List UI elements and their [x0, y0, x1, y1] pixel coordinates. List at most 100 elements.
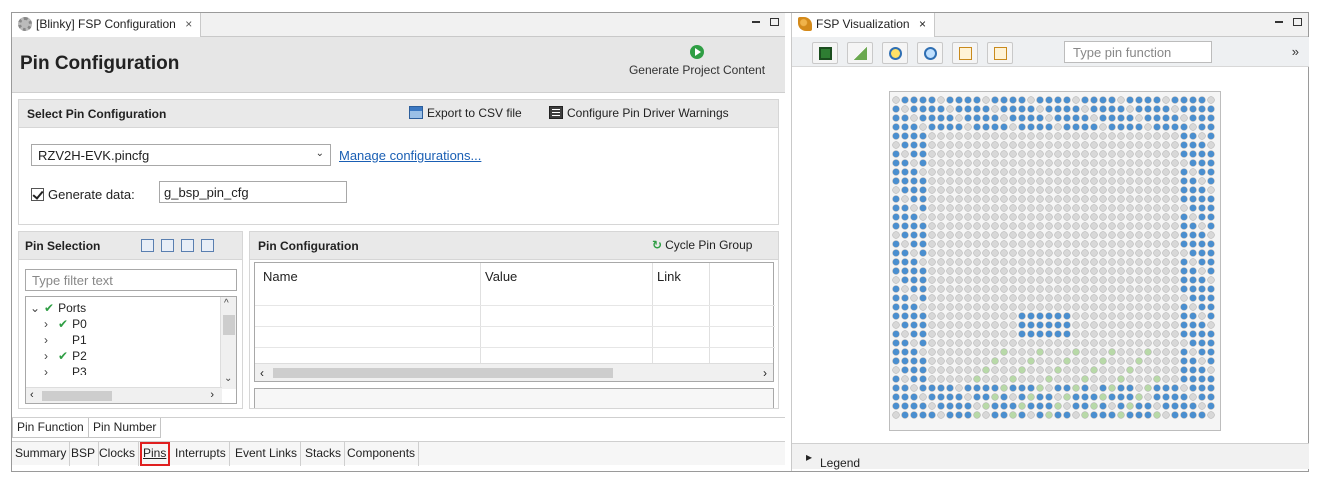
pin-ball[interactable] [937, 150, 945, 158]
pin-ball[interactable] [1063, 96, 1071, 104]
pin-ball[interactable] [892, 375, 900, 383]
pin-ball[interactable] [937, 339, 945, 347]
pin-ball[interactable] [1072, 267, 1080, 275]
pin-ball[interactable] [1108, 168, 1116, 176]
pin-ball[interactable] [973, 114, 981, 122]
import-button[interactable] [987, 42, 1013, 64]
pin-ball[interactable] [1027, 213, 1035, 221]
legend-toggle[interactable]: ▸ Legend [806, 450, 860, 470]
legend-bar[interactable]: ▸ Legend [792, 443, 1309, 470]
pin-ball[interactable] [1000, 105, 1008, 113]
pin-ball[interactable] [1063, 132, 1071, 140]
pin-ball[interactable] [1027, 366, 1035, 374]
pin-ball[interactable] [1054, 330, 1062, 338]
pin-ball[interactable] [1063, 285, 1071, 293]
pin-ball[interactable] [1144, 258, 1152, 266]
pin-ball[interactable] [1207, 339, 1215, 347]
pin-ball[interactable] [901, 267, 909, 275]
pin-ball[interactable] [1090, 222, 1098, 230]
pin-ball[interactable] [1180, 393, 1188, 401]
pin-ball[interactable] [1018, 285, 1026, 293]
pin-ball[interactable] [973, 168, 981, 176]
pin-ball[interactable] [1090, 276, 1098, 284]
pin-ball[interactable] [1207, 294, 1215, 302]
pin-ball[interactable] [1045, 339, 1053, 347]
pin-ball[interactable] [937, 159, 945, 167]
pin-ball[interactable] [1126, 141, 1134, 149]
pin-ball[interactable] [1009, 96, 1017, 104]
pin-ball[interactable] [1036, 339, 1044, 347]
pin-ball[interactable] [1018, 384, 1026, 392]
pin-ball[interactable] [928, 177, 936, 185]
scroll-left-icon[interactable]: ‹ [30, 389, 34, 401]
pin-ball[interactable] [1108, 402, 1116, 410]
pin-ball[interactable] [919, 402, 927, 410]
pin-ball[interactable] [928, 384, 936, 392]
pin-ball[interactable] [1090, 168, 1098, 176]
pin-ball[interactable] [937, 177, 945, 185]
pin-ball[interactable] [1063, 321, 1071, 329]
pin-ball[interactable] [919, 366, 927, 374]
pin-ball[interactable] [982, 339, 990, 347]
pin-ball[interactable] [1144, 330, 1152, 338]
pin-ball[interactable] [1207, 258, 1215, 266]
pin-ball[interactable] [946, 150, 954, 158]
pin-ball[interactable] [1027, 411, 1035, 419]
pin-ball[interactable] [1072, 204, 1080, 212]
pin-ball[interactable] [1189, 168, 1197, 176]
pin-ball[interactable] [1018, 150, 1026, 158]
pin-ball[interactable] [1108, 321, 1116, 329]
pin-ball[interactable] [946, 402, 954, 410]
pin-ball[interactable] [1045, 276, 1053, 284]
pin-ball[interactable] [946, 96, 954, 104]
pin-ball[interactable] [1153, 240, 1161, 248]
pin-ball[interactable] [1000, 96, 1008, 104]
pin-ball[interactable] [928, 312, 936, 320]
pin-ball[interactable] [1027, 294, 1035, 302]
pin-ball[interactable] [1099, 303, 1107, 311]
pin-ball[interactable] [1081, 168, 1089, 176]
pin-ball[interactable] [1000, 321, 1008, 329]
pin-ball[interactable] [1081, 240, 1089, 248]
pin-ball[interactable] [1081, 123, 1089, 131]
pin-ball[interactable] [1198, 249, 1206, 257]
scroll-down-icon[interactable]: ⌄ [224, 373, 232, 384]
pin-ball[interactable] [1036, 348, 1044, 356]
pin-ball[interactable] [955, 195, 963, 203]
pin-ball[interactable] [928, 375, 936, 383]
pin-ball[interactable] [1081, 258, 1089, 266]
pin-ball[interactable] [991, 150, 999, 158]
pin-ball[interactable] [1009, 258, 1017, 266]
pin-ball[interactable] [1180, 141, 1188, 149]
pin-ball[interactable] [1108, 339, 1116, 347]
pin-ball[interactable] [1036, 249, 1044, 257]
pin-ball[interactable] [1189, 411, 1197, 419]
pin-ball[interactable] [919, 204, 927, 212]
pin-ball[interactable] [1063, 384, 1071, 392]
pin-ball[interactable] [1189, 330, 1197, 338]
chevron-right-icon[interactable]: › [44, 365, 52, 375]
pin-ball[interactable] [892, 411, 900, 419]
pin-ball[interactable] [1027, 186, 1035, 194]
pin-ball[interactable] [1162, 114, 1170, 122]
pin-ball[interactable] [928, 411, 936, 419]
pin-ball[interactable] [1207, 348, 1215, 356]
pin-ball[interactable] [1045, 123, 1053, 131]
pin-ball[interactable] [937, 285, 945, 293]
pin-ball[interactable] [946, 276, 954, 284]
pin-ball[interactable] [1000, 204, 1008, 212]
pin-ball[interactable] [1090, 303, 1098, 311]
pin-ball[interactable] [1009, 204, 1017, 212]
pin-ball[interactable] [919, 303, 927, 311]
pin-ball[interactable] [1135, 258, 1143, 266]
pin-ball[interactable] [1144, 132, 1152, 140]
pin-ball[interactable] [955, 231, 963, 239]
pin-ball[interactable] [1090, 114, 1098, 122]
pin-ball[interactable] [1153, 195, 1161, 203]
pin-ball[interactable] [1027, 348, 1035, 356]
pin-ball[interactable] [1036, 168, 1044, 176]
pin-ball[interactable] [1153, 330, 1161, 338]
pin-ball[interactable] [1054, 321, 1062, 329]
pin-ball[interactable] [1153, 96, 1161, 104]
pin-ball[interactable] [1117, 393, 1125, 401]
